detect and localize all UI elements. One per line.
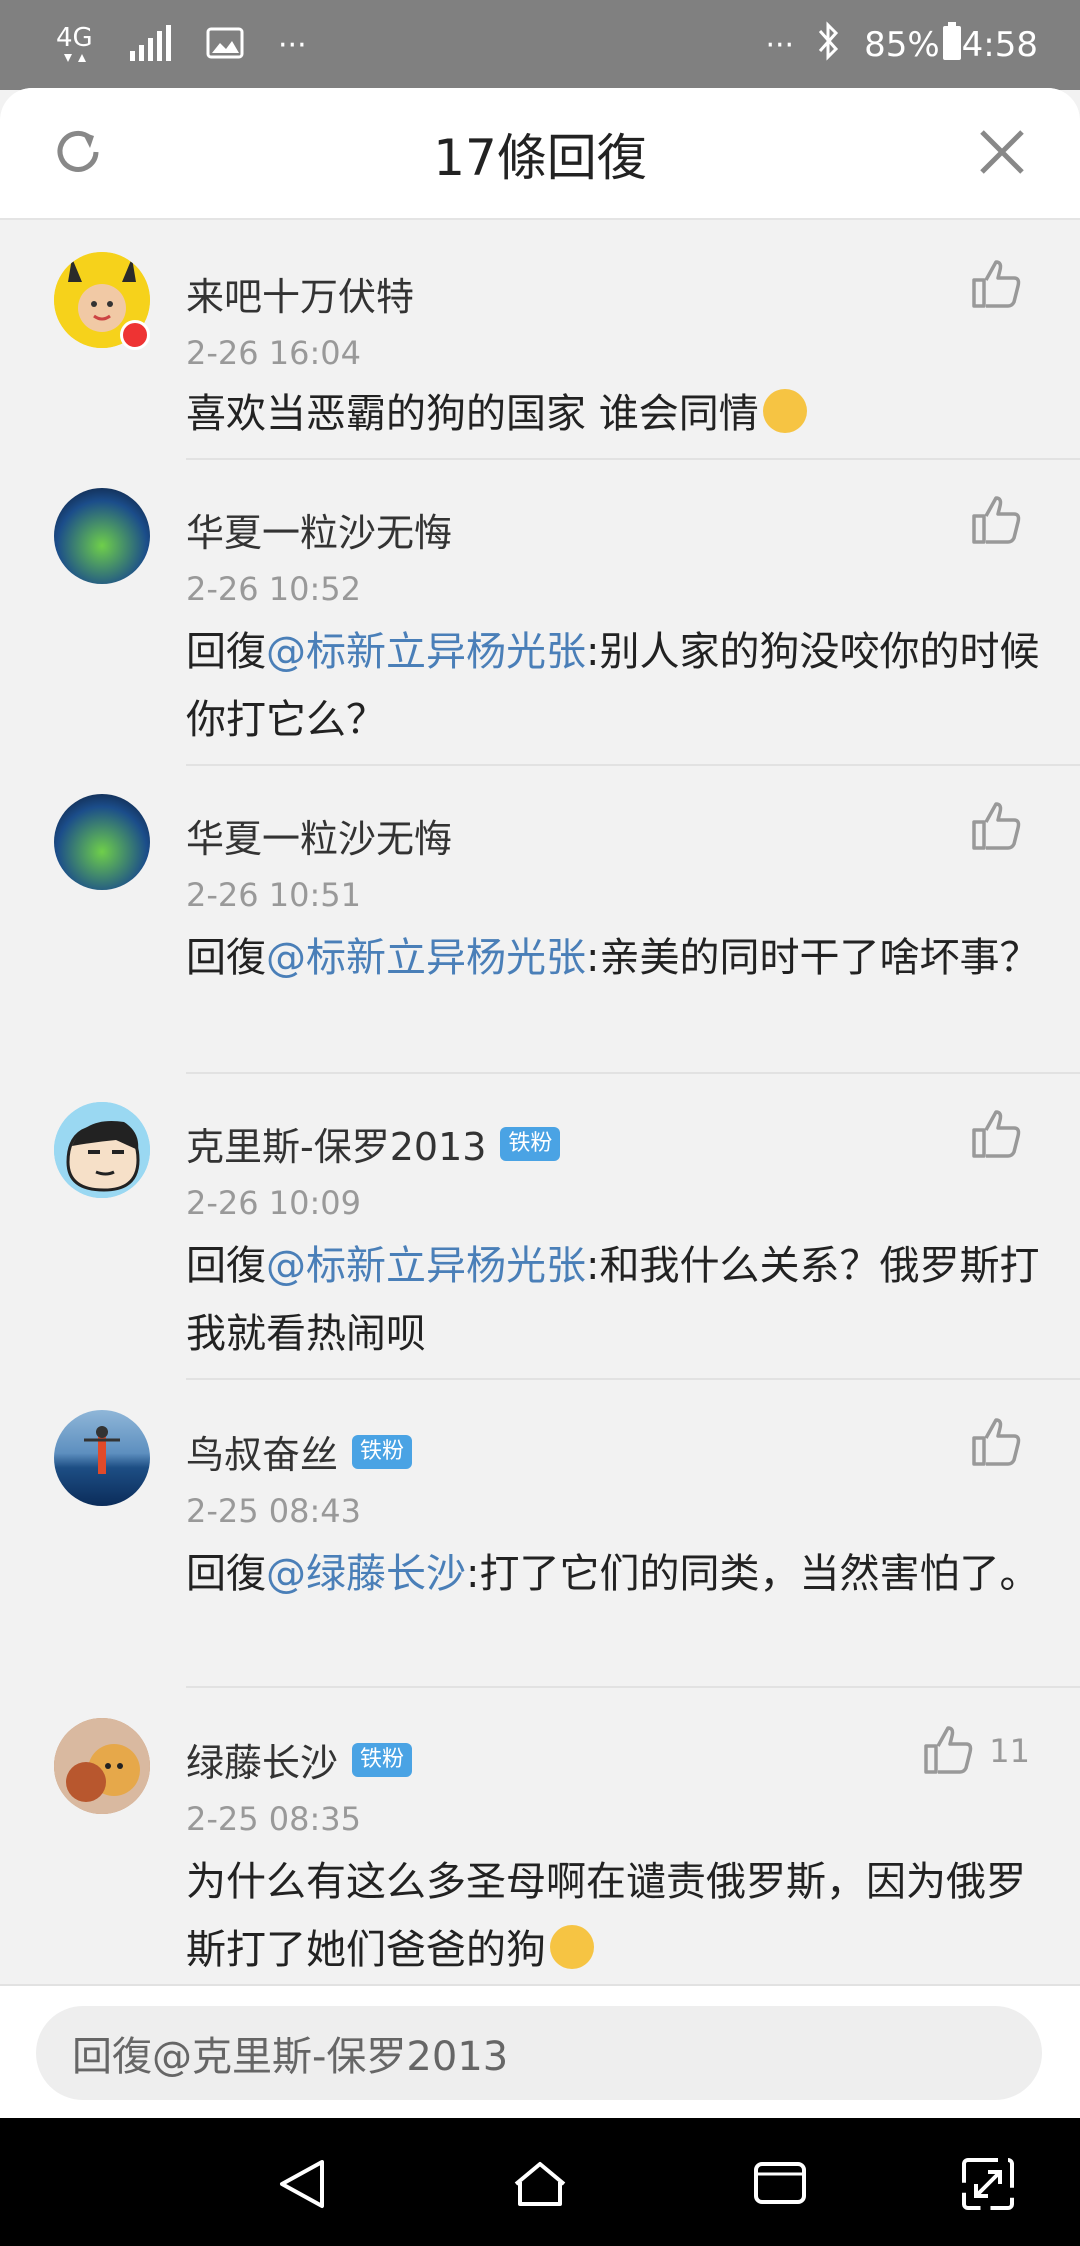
- mention-link[interactable]: @绿藤长沙: [266, 1551, 466, 1597]
- close-icon[interactable]: [974, 124, 1030, 180]
- bluetooth-icon: [816, 20, 842, 70]
- comment-username[interactable]: 克里斯-保罗2013 铁粉: [186, 1116, 561, 1171]
- comment-text: 为什么有这么多圣母啊在谴责俄罗斯，因为俄罗斯打了她们爸爸的狗: [186, 1859, 1026, 1973]
- avatar[interactable]: [54, 1718, 150, 1814]
- svg-text:4G: 4G: [56, 23, 93, 53]
- comment-time: 2-25 08:35: [186, 1800, 362, 1838]
- reply-input[interactable]: 回復@克里斯-保罗2013: [36, 2006, 1042, 2100]
- comment-item: 华夏一粒沙无悔 2-26 10:51 回復@标新立异杨光张:亲美的同时干了啥坏事…: [0, 766, 1080, 1074]
- status-more-left: ···: [278, 27, 307, 63]
- home-icon[interactable]: [512, 2156, 568, 2212]
- fan-badge: 铁粉: [352, 1434, 413, 1469]
- thinking-emoji-icon: [550, 1925, 594, 1969]
- comment-username[interactable]: 来吧十万伏特: [186, 266, 414, 321]
- status-bar: 4G ··· ··· 85% 4:58: [0, 0, 1080, 90]
- comment-text: 回復@标新立异杨光张:别人家的狗没咬你的时候你打它么？: [186, 629, 1040, 743]
- back-icon[interactable]: [274, 2156, 330, 2212]
- battery-icon: [942, 21, 962, 69]
- network-4g-icon: 4G: [56, 20, 96, 70]
- comment-time: 2-25 08:43: [186, 1492, 362, 1530]
- mention-link[interactable]: @标新立异杨光张: [266, 629, 586, 675]
- signal-icon: [130, 25, 172, 65]
- like-icon[interactable]: [922, 1724, 974, 1776]
- shrug-emoji-icon: [762, 389, 807, 433]
- fan-badge: 铁粉: [500, 1126, 561, 1161]
- verified-badge-icon: [120, 320, 150, 350]
- comment-text: 喜欢当恶霸的狗的国家 谁会同情: [186, 380, 1046, 448]
- comment-item: 克里斯-保罗2013 铁粉 2-26 10:09 回復@标新立异杨光张:和我什么关…: [0, 1074, 1080, 1380]
- comment-item: 来吧十万伏特 2-26 16:04 喜欢当恶霸的狗的国家 谁会同情: [0, 220, 1080, 460]
- like-icon[interactable]: [970, 494, 1022, 546]
- like-icon[interactable]: [970, 1108, 1022, 1160]
- comment-time: 2-26 10:09: [186, 1184, 362, 1222]
- avatar[interactable]: [54, 794, 150, 890]
- comment-time: 2-26 10:51: [186, 876, 362, 914]
- comment-username[interactable]: 鸟叔奋丝 铁粉: [186, 1424, 413, 1479]
- like-icon[interactable]: [970, 1416, 1022, 1468]
- comment-text: 回復@绿藤长沙:打了它们的同类，当然害怕了。: [186, 1551, 1040, 1597]
- mention-link[interactable]: @标新立异杨光张: [266, 935, 586, 981]
- comment-item: 华夏一粒沙无悔 2-26 10:52 回復@标新立异杨光张:别人家的狗没咬你的时…: [0, 460, 1080, 766]
- page-title: 17條回復: [433, 129, 647, 187]
- comment-text: 回復@标新立异杨光张:亲美的同时干了啥坏事？: [186, 935, 1040, 981]
- image-icon: [206, 27, 244, 63]
- reply-bar: 回復@克里斯-保罗2013: [0, 1984, 1080, 2120]
- comment-time: 2-26 16:04: [186, 334, 362, 372]
- avatar[interactable]: [54, 1102, 150, 1198]
- comment-username[interactable]: 绿藤长沙 铁粉: [186, 1732, 413, 1787]
- expand-icon[interactable]: [960, 2156, 1016, 2212]
- like-count: 11: [989, 1732, 1030, 1770]
- like-icon[interactable]: [970, 258, 1022, 310]
- fan-badge: 铁粉: [352, 1742, 413, 1777]
- comment-sheet: 17條回復 来吧十万伏特 2-26 16:04 喜欢当恶霸的狗的国家 谁会同情 …: [0, 88, 1080, 2118]
- comment-text: 回復@标新立异杨光张:和我什么关系？俄罗斯打我就看热闹呗: [186, 1243, 1040, 1357]
- recents-icon[interactable]: [752, 2156, 808, 2212]
- like-icon[interactable]: [970, 800, 1022, 852]
- comment-username[interactable]: 华夏一粒沙无悔: [186, 502, 452, 557]
- comment-username[interactable]: 华夏一粒沙无悔: [186, 808, 452, 863]
- comment-time: 2-26 10:52: [186, 570, 362, 608]
- avatar[interactable]: [54, 488, 150, 584]
- avatar[interactable]: [54, 1410, 150, 1506]
- status-more-right: ···: [765, 27, 795, 63]
- system-nav-bar: [0, 2118, 1080, 2246]
- sheet-header: 17條回復: [0, 88, 1080, 220]
- battery-percent: 85%: [864, 25, 940, 65]
- mention-link[interactable]: @标新立异杨光张: [266, 1243, 586, 1289]
- clock: 4:58: [961, 25, 1038, 65]
- comment-item: 鸟叔奋丝 铁粉 2-25 08:43 回復@绿藤长沙:打了它们的同类，当然害怕了。: [0, 1380, 1080, 1688]
